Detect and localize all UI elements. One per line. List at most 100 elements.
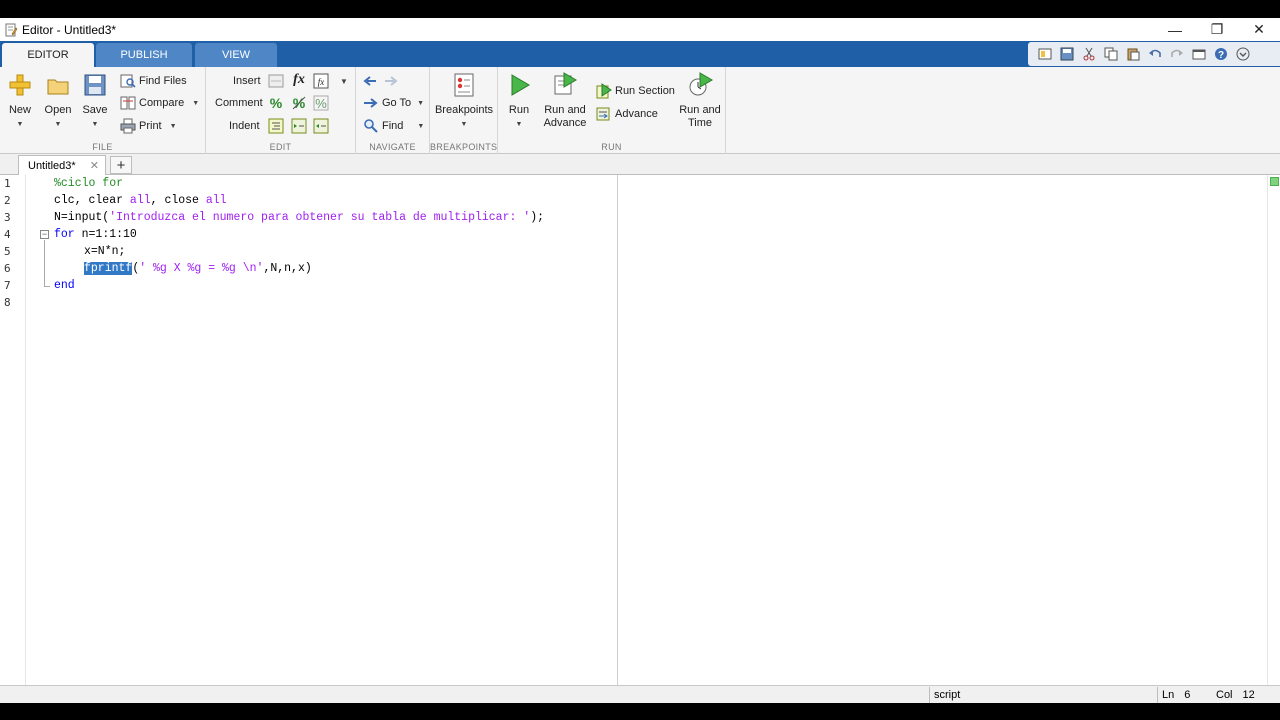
selected-text: fprintf bbox=[84, 262, 133, 275]
decrease-indent-icon[interactable] bbox=[313, 118, 329, 134]
restore-button[interactable]: ❐ bbox=[1196, 18, 1238, 41]
find-label: Find bbox=[382, 120, 404, 132]
line-status: Ln 6 bbox=[1157, 687, 1209, 703]
code-line-6: fprintf(' %g X %g = %g \n',N,n,x) bbox=[84, 260, 312, 277]
new-tab-button[interactable]: + bbox=[110, 156, 132, 174]
help-icon[interactable]: ? bbox=[1212, 45, 1230, 63]
save-button[interactable]: Save ▼ bbox=[81, 71, 109, 131]
wrap-comments-icon[interactable]: % bbox=[313, 95, 329, 111]
chevron-down-icon: ▼ bbox=[54, 121, 62, 128]
save-icon[interactable] bbox=[1058, 45, 1076, 63]
fold-guide-end bbox=[44, 286, 50, 287]
svg-text:%: % bbox=[315, 96, 327, 111]
advance-button[interactable]: Advance bbox=[596, 104, 658, 124]
find-button[interactable]: Find ▼ bbox=[363, 116, 424, 136]
minimize-button[interactable]: — bbox=[1154, 18, 1196, 41]
switch-windows-icon[interactable] bbox=[1190, 45, 1208, 63]
comment-percent-icon[interactable]: % bbox=[268, 95, 284, 111]
compare-button[interactable]: Compare ▼ bbox=[120, 93, 199, 113]
navigate-group-label: NAVIGATE bbox=[369, 142, 416, 152]
run-and-time-label-1: Run and bbox=[679, 104, 721, 116]
find-files-button[interactable]: Find Files bbox=[120, 71, 187, 91]
code-text[interactable]: %ciclo for clc, clear all, close all N=i… bbox=[0, 175, 544, 292]
open-button[interactable]: Open ▼ bbox=[44, 71, 72, 131]
printer-icon bbox=[120, 118, 136, 134]
undo-icon[interactable] bbox=[1146, 45, 1164, 63]
code-editor[interactable]: 1 2 3 4 5 6 7 8 − %ciclo for clc, clear … bbox=[0, 175, 1280, 685]
back-arrow-icon[interactable] bbox=[362, 73, 378, 89]
uncomment-icon[interactable]: % bbox=[291, 95, 307, 111]
copy-icon[interactable] bbox=[1102, 45, 1120, 63]
edit-group: Insert Comment Indent fx fx ▼ % % % EDIT bbox=[206, 67, 356, 154]
code-line-7: end bbox=[54, 277, 75, 294]
breakpoints-group-label: BREAKPOINTS bbox=[430, 142, 498, 152]
chevron-down-icon: ▼ bbox=[16, 121, 24, 128]
fold-guide bbox=[44, 240, 45, 286]
layout-icon[interactable] bbox=[1036, 45, 1054, 63]
increase-indent-icon[interactable] bbox=[291, 118, 307, 134]
run-and-advance-button[interactable]: Run and Advance bbox=[541, 71, 589, 130]
code-line-2: clc, clear all, close all bbox=[54, 192, 227, 209]
run-button[interactable]: Run ▼ bbox=[505, 71, 533, 131]
tab-view[interactable]: VIEW bbox=[195, 43, 277, 67]
ln-label: Ln bbox=[1162, 689, 1175, 701]
insert-function-box-icon[interactable]: fx bbox=[313, 73, 329, 89]
chevron-down-icon: ▼ bbox=[417, 122, 425, 130]
advance-icon bbox=[596, 106, 612, 122]
document-tab-untitled3[interactable]: Untitled3* ✕ bbox=[18, 155, 106, 175]
run-section-icon bbox=[596, 83, 612, 99]
vertical-scrollbar[interactable] bbox=[1267, 175, 1280, 685]
find-files-label: Find Files bbox=[139, 75, 187, 87]
chevron-down-icon: ▼ bbox=[417, 99, 425, 107]
run-and-time-button[interactable]: Run and Time bbox=[676, 71, 724, 130]
run-label: Run bbox=[508, 104, 530, 116]
cut-icon[interactable] bbox=[1080, 45, 1098, 63]
smart-indent-icon[interactable] bbox=[268, 118, 284, 134]
floppy-disk-icon bbox=[82, 71, 108, 99]
chevron-down-icon: ▼ bbox=[460, 121, 468, 128]
run-section-button[interactable]: Run Section bbox=[596, 81, 675, 101]
close-icon[interactable]: ✕ bbox=[90, 159, 99, 172]
chevron-down-icon[interactable]: ▼ bbox=[336, 73, 352, 89]
editor-ribbon: New ▼ Open ▼ Save ▼ Find Files Compare ▼… bbox=[0, 67, 1280, 154]
file-group-label: FILE bbox=[92, 142, 113, 152]
go-to-button[interactable]: Go To ▼ bbox=[363, 93, 424, 113]
expand-toolstrip-icon[interactable] bbox=[1234, 45, 1252, 63]
column-status: Col 12 bbox=[1210, 687, 1268, 703]
comment-label-button[interactable]: Comment bbox=[215, 93, 263, 113]
breakpoints-button[interactable]: Breakpoints ▼ bbox=[435, 71, 493, 131]
indent-label-button[interactable]: Indent bbox=[229, 116, 260, 136]
tab-editor[interactable]: EDITOR bbox=[2, 43, 94, 67]
title-bar: Editor - Untitled3* — ❐ ✕ bbox=[0, 18, 1280, 41]
code-line-3: N=input('Introduzca el numero para obten… bbox=[54, 209, 544, 226]
run-and-advance-icon bbox=[552, 71, 578, 99]
run-and-advance-label-1: Run and bbox=[544, 104, 586, 116]
forward-arrow-icon[interactable] bbox=[383, 73, 399, 89]
document-tab-label: Untitled3* bbox=[28, 159, 76, 172]
insert-function-icon[interactable]: fx bbox=[291, 72, 307, 88]
compare-label: Compare bbox=[139, 97, 185, 109]
code-token: all bbox=[129, 194, 151, 207]
run-play-icon bbox=[506, 71, 532, 99]
insert-label-button[interactable]: Insert bbox=[233, 71, 261, 91]
print-button[interactable]: Print ▼ bbox=[120, 116, 177, 136]
code-token: , close bbox=[150, 194, 206, 207]
indent-label: Indent bbox=[229, 120, 260, 132]
insert-section-icon[interactable] bbox=[268, 73, 284, 89]
col-label: Col bbox=[1216, 689, 1233, 701]
chevron-down-icon: ▼ bbox=[515, 121, 523, 128]
close-window-button[interactable]: ✕ bbox=[1238, 18, 1280, 41]
comment-label: Comment bbox=[215, 97, 263, 109]
print-label: Print bbox=[139, 120, 162, 132]
code-analyzer-status-icon[interactable] bbox=[1270, 177, 1279, 186]
code-fold-toggle[interactable]: − bbox=[40, 230, 49, 239]
go-to-label: Go To bbox=[382, 97, 412, 109]
compare-icon bbox=[120, 95, 136, 111]
paste-icon[interactable] bbox=[1124, 45, 1142, 63]
tab-publish[interactable]: PUBLISH bbox=[96, 43, 192, 67]
comment-text: %ciclo for bbox=[54, 177, 124, 190]
line-number: 8 bbox=[4, 296, 11, 309]
new-button[interactable]: New ▼ bbox=[6, 71, 34, 131]
redo-icon[interactable] bbox=[1168, 45, 1186, 63]
document-tab-bar: Untitled3* ✕ + bbox=[0, 154, 1280, 175]
